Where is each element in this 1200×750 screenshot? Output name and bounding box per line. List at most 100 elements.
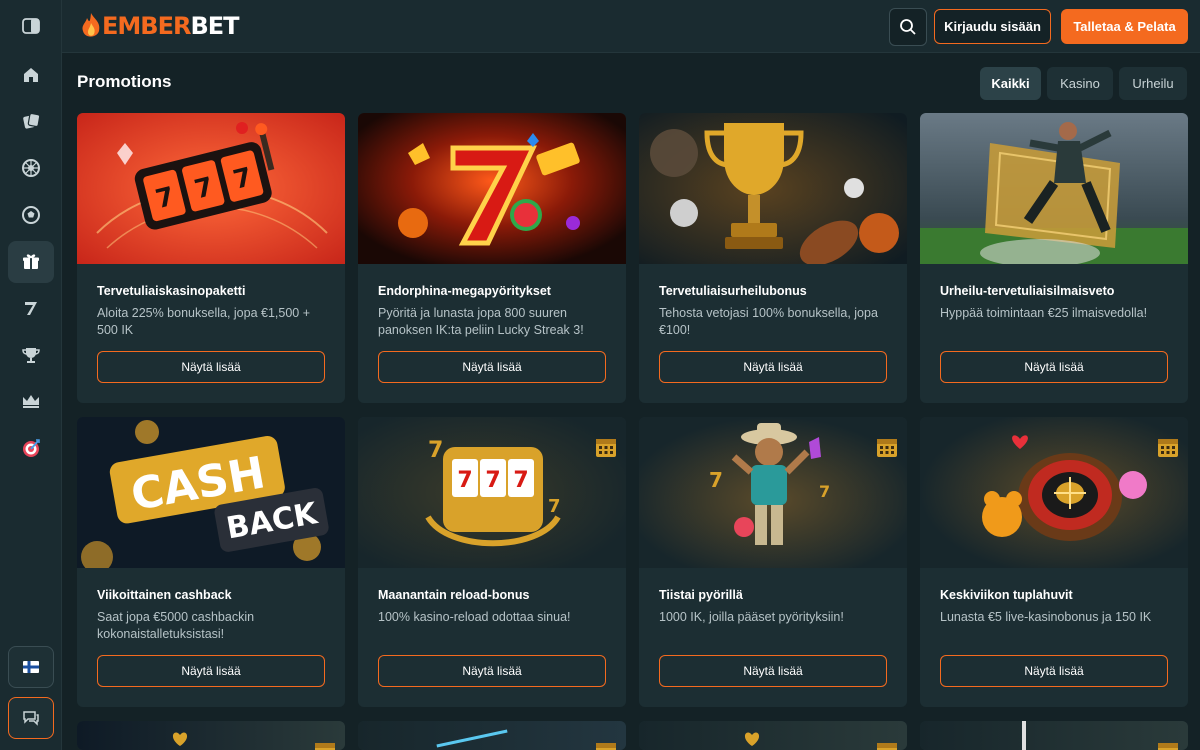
top-header: EMBERBET Kirjaudu sisään Talletaa & Pela… xyxy=(62,0,1200,53)
casino-chips-icon xyxy=(23,112,41,129)
svg-text:7: 7 xyxy=(819,482,830,501)
promo-description: 1000 IK, joilla pääset pyörityksiin! xyxy=(659,610,844,624)
promo-image xyxy=(77,721,345,750)
sports-ball-icon xyxy=(22,206,40,224)
calendar-icon xyxy=(315,743,335,750)
promo-card: 7 7 Tiistai pyörillä 1000 IK, joilla pää… xyxy=(639,417,907,707)
finland-flag-icon xyxy=(23,661,39,673)
promo-image-golden-slot: 7 7 7 7 7 xyxy=(358,417,626,568)
calendar-icon xyxy=(877,743,897,750)
promo-title: Maanantain reload-bonus xyxy=(378,588,530,602)
promo-card: 7 7 7 7 7 Maanantain reload-bonus 100% k… xyxy=(358,417,626,707)
seven-icon xyxy=(25,302,37,315)
svg-text:7: 7 xyxy=(548,496,561,517)
deposit-play-button[interactable]: Talletaa & Pelata xyxy=(1061,9,1188,44)
promo-image-slot-machine: 7 7 7 xyxy=(77,113,345,264)
sidebar-item-casino[interactable] xyxy=(8,100,54,142)
promo-more-button[interactable]: Näytä lisää xyxy=(940,351,1168,383)
calendar-icon xyxy=(877,439,897,457)
promo-description: Pyöritä ja lunasta jopa 800 suuren panok… xyxy=(378,306,584,337)
sidebar-item-promotions[interactable] xyxy=(8,241,54,283)
promo-card xyxy=(358,721,626,750)
promo-title: Tervetuliaiskasinopaketti xyxy=(97,284,246,298)
promo-title: Keskiviikon tuplahuvit xyxy=(940,588,1073,602)
collapse-icon xyxy=(22,18,40,34)
promo-image xyxy=(920,721,1188,750)
promo-description: Hyppää toimintaan €25 ilmaisvedolla! xyxy=(940,306,1148,320)
search-icon xyxy=(900,19,916,35)
sidebar-item-home[interactable] xyxy=(8,54,54,96)
promo-description: Aloita 225% bonuksella, jopa €1,500 + 50… xyxy=(97,306,311,337)
sword-blade xyxy=(1022,721,1026,750)
sidebar-item-live-casino[interactable] xyxy=(8,147,54,189)
calendar-icon xyxy=(1158,743,1178,750)
sidebar-item-vip[interactable] xyxy=(8,380,54,422)
login-button[interactable]: Kirjaudu sisään xyxy=(934,9,1051,44)
promo-card xyxy=(77,721,345,750)
sidebar-item-tournaments[interactable] xyxy=(8,334,54,376)
svg-text:7: 7 xyxy=(513,468,528,493)
promo-more-button[interactable]: Näytä lisää xyxy=(97,655,325,687)
promo-more-button[interactable]: Näytä lisää xyxy=(378,655,606,687)
promo-card xyxy=(920,721,1188,750)
brand-logo[interactable]: EMBERBET xyxy=(80,10,240,42)
crown-icon xyxy=(23,395,39,408)
promo-card: Keskiviikon tuplahuvit Lunasta €5 live-k… xyxy=(920,417,1188,707)
promo-card: Urheilu-tervetuliaisilmaisveto Hyppää to… xyxy=(920,113,1188,403)
trophy-icon xyxy=(22,348,40,363)
promo-title: Endorphina-megapyöritykset xyxy=(378,284,551,298)
promo-image-cashback: CASH BACK xyxy=(77,417,345,568)
calendar-icon xyxy=(1158,439,1178,457)
target-icon xyxy=(23,439,40,457)
promo-card: CASH BACK Viikoittainen cashback Saat jo… xyxy=(77,417,345,707)
svg-text:7: 7 xyxy=(428,438,443,463)
promo-more-button[interactable]: Näytä lisää xyxy=(97,351,325,383)
promo-description: Tehosta vetojasi 100% bonuksella, jopa €… xyxy=(659,306,878,337)
roulette-icon xyxy=(22,159,40,177)
svg-text:7: 7 xyxy=(485,468,500,493)
search-button[interactable] xyxy=(889,8,927,46)
promo-more-button[interactable]: Näytä lisää xyxy=(940,655,1168,687)
promo-title: Urheilu-tervetuliaisilmaisveto xyxy=(940,284,1115,298)
flame-icon xyxy=(82,13,100,37)
collapse-sidebar-button[interactable] xyxy=(8,5,54,47)
promo-title: Viikoittainen cashback xyxy=(97,588,232,602)
calendar-icon xyxy=(596,439,616,457)
calendar-icon xyxy=(596,743,616,750)
promo-description: Lunasta €5 live-kasinobonus ja 150 IK xyxy=(940,610,1152,624)
heart-icon xyxy=(172,732,188,746)
filter-casino[interactable]: Kasino xyxy=(1047,67,1113,100)
page-title: Promotions xyxy=(77,72,172,91)
promo-image-lucky-seven xyxy=(358,113,626,264)
sidebar-item-sports[interactable] xyxy=(8,194,54,236)
svg-text:7: 7 xyxy=(457,468,472,493)
chat-button[interactable] xyxy=(8,697,54,739)
heart-icon xyxy=(744,732,760,746)
gift-icon xyxy=(23,254,39,269)
promo-card: Tervetuliaisurheilubonus Tehosta vetojas… xyxy=(639,113,907,403)
sidebar-item-slots[interactable] xyxy=(8,287,54,329)
promo-image-trophy xyxy=(639,113,907,264)
sidebar-item-missions[interactable] xyxy=(8,427,54,469)
promo-card xyxy=(639,721,907,750)
svg-text:7: 7 xyxy=(709,468,723,492)
promo-title: Tiistai pyörillä xyxy=(659,588,743,602)
promo-more-button[interactable]: Näytä lisää xyxy=(378,351,606,383)
sidebar xyxy=(0,0,62,750)
promo-image-cowboy: 7 7 xyxy=(639,417,907,568)
promo-description: Saat jopa €5000 cashbackin kokonaistalle… xyxy=(97,610,255,641)
promo-description: 100% kasino-reload odottaa sinua! xyxy=(378,610,571,624)
promo-image xyxy=(639,721,907,750)
language-selector[interactable] xyxy=(8,646,54,688)
promo-more-button[interactable]: Näytä lisää xyxy=(659,351,887,383)
brand-name-bet: BET xyxy=(190,12,239,40)
filter-sports[interactable]: Urheilu xyxy=(1119,67,1187,100)
promo-card: Endorphina-megapyöritykset Pyöritä ja lu… xyxy=(358,113,626,403)
home-icon xyxy=(24,68,38,82)
promo-image-roulette xyxy=(920,417,1188,568)
promo-image-football-player xyxy=(920,113,1188,264)
promo-title: Tervetuliaisurheilubonus xyxy=(659,284,807,298)
filter-all[interactable]: Kaikki xyxy=(980,67,1041,100)
promo-more-button[interactable]: Näytä lisää xyxy=(659,655,887,687)
brand-name-ember: EMBER xyxy=(102,12,191,40)
